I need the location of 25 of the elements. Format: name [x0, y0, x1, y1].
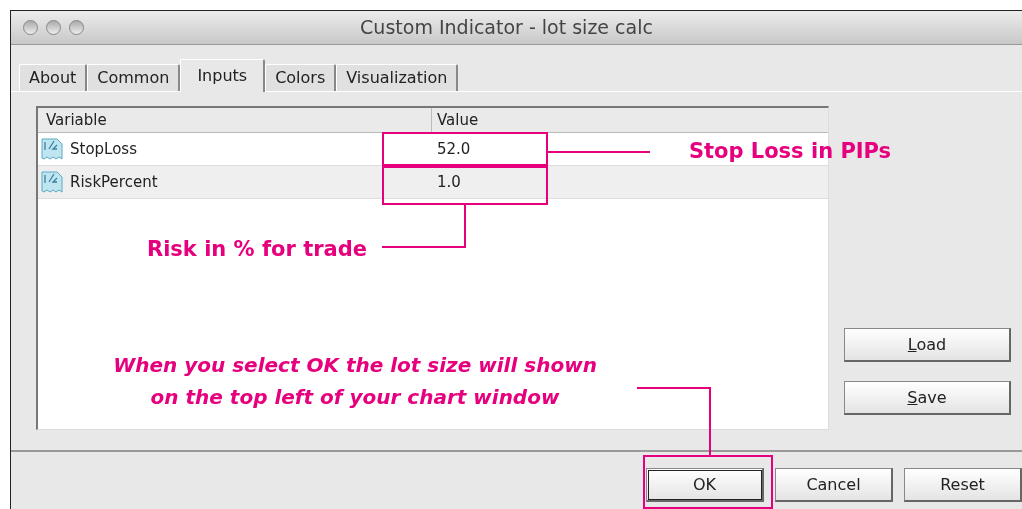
tab[interactable]: About: [19, 64, 88, 91]
close-button[interactable]: [23, 20, 38, 35]
parameter-icon: [40, 137, 64, 161]
side-button[interactable]: Save: [844, 381, 1011, 415]
variable-name: RiskPercent: [70, 171, 158, 193]
annotation-text: When you select OK the lot size will shown on the top left of your chart window: [112, 352, 598, 411]
tab[interactable]: Visualization: [336, 64, 459, 91]
dialog-button[interactable]: Reset: [904, 468, 1022, 502]
column-header[interactable]: Variable: [38, 108, 432, 132]
tab[interactable]: Inputs: [180, 59, 266, 92]
zoom-button[interactable]: [69, 20, 84, 35]
tab[interactable]: Colors: [265, 64, 337, 91]
dialog-button[interactable]: OK: [646, 468, 764, 502]
side-button[interactable]: Load: [844, 328, 1011, 362]
value-text: 1.0: [437, 171, 461, 193]
column-header[interactable]: Value: [432, 108, 828, 132]
minimize-button[interactable]: [46, 20, 61, 35]
value-text: 52.0: [437, 138, 471, 160]
annotation-text: Risk in % for trade: [146, 236, 368, 263]
parameter-icon: [40, 170, 64, 194]
tab[interactable]: Common: [87, 64, 181, 91]
annotation-text: Stop Loss in PIPs: [687, 138, 893, 165]
window-title: Custom Indicator - lot size calc: [360, 15, 654, 41]
variable-name: StopLoss: [70, 138, 137, 160]
dialog-button[interactable]: Cancel: [775, 468, 893, 502]
